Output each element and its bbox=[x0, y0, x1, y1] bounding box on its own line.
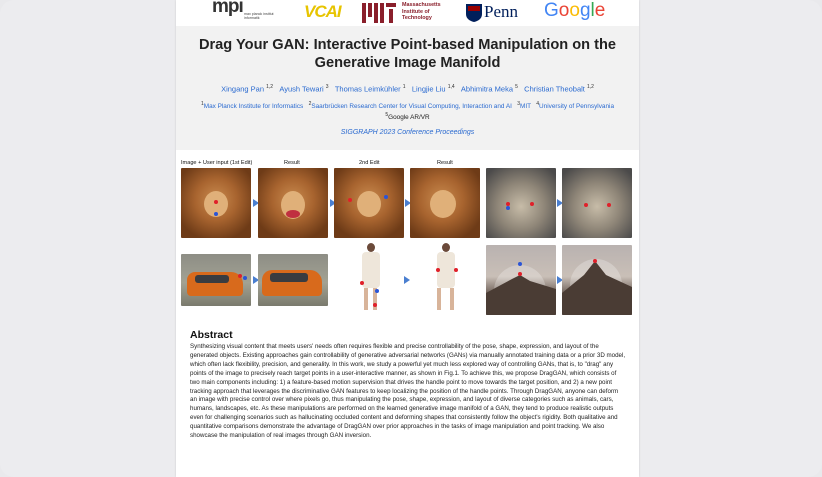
abstract-text: Synthesizing visual content that meets u… bbox=[190, 343, 626, 440]
target-point bbox=[506, 206, 510, 210]
handle-point bbox=[530, 202, 534, 206]
handle-point bbox=[518, 272, 522, 276]
handle-point bbox=[584, 203, 588, 207]
landscape-input-image bbox=[486, 245, 556, 315]
project-page: mpi max planck institut informatik VCAI … bbox=[176, 0, 639, 477]
lion-input-image bbox=[181, 168, 251, 238]
handle-point bbox=[607, 203, 611, 207]
affiliation-list: 1Max Planck Institute for Informatics 2S… bbox=[201, 101, 614, 111]
target-point bbox=[384, 195, 388, 199]
penn-logo[interactable]: Penn bbox=[466, 2, 528, 24]
paper-title: Drag Your GAN: Interactive Point-based M… bbox=[198, 37, 617, 71]
mit-logo[interactable]: Massachusetts Institute of Technology bbox=[362, 2, 450, 24]
caption-second-edit: 2nd Edit bbox=[359, 160, 380, 166]
handle-point bbox=[360, 281, 364, 285]
car-result-image bbox=[258, 254, 328, 306]
human-result-image bbox=[426, 241, 466, 313]
abstract-heading: Abstract bbox=[190, 329, 233, 341]
author-link[interactable]: Xingang Pan bbox=[221, 85, 264, 94]
author-link[interactable]: Lingjie Liu bbox=[412, 85, 446, 94]
handle-point bbox=[454, 268, 458, 272]
caption-result-1: Result bbox=[284, 160, 300, 166]
author-affiliation-sup: 1,2 bbox=[586, 84, 594, 90]
google-logo-text: Google bbox=[544, 0, 606, 21]
venue-link[interactable]: SIGGRAPH 2023 Conference Proceedings bbox=[176, 129, 639, 136]
target-point bbox=[214, 212, 218, 216]
author-affiliation-sup: 1,4 bbox=[447, 84, 455, 90]
paper-header: Drag Your GAN: Interactive Point-based M… bbox=[176, 26, 639, 150]
affiliation-google-text: Google AR/VR bbox=[388, 114, 430, 122]
author-affiliation-sup: 3 bbox=[325, 84, 329, 90]
affiliation-mit-link[interactable]: MIT bbox=[520, 103, 531, 110]
caption-result-2: Result bbox=[437, 160, 453, 166]
author-affiliation-sup: 1,2 bbox=[266, 84, 274, 90]
author-link[interactable]: Abhimitra Meka bbox=[461, 85, 513, 94]
penn-shield-icon bbox=[466, 4, 482, 22]
caption-first-edit: Image + User input (1st Edit) bbox=[181, 160, 253, 166]
penn-logo-text: Penn bbox=[484, 2, 518, 21]
landscape-result-image bbox=[562, 245, 632, 315]
cat-result-image bbox=[562, 168, 632, 238]
lion-second-edit-image bbox=[334, 168, 404, 238]
mit-bars-icon bbox=[362, 3, 396, 23]
affiliation-saarbrucken-link[interactable]: Saarbrücken Research Center for Visual C… bbox=[311, 103, 512, 110]
mpi-logo-subtext: max planck institut informatik bbox=[244, 12, 274, 20]
author-list: Xingang Pan 1,2 Ayush Tewari 3 Thomas Le… bbox=[176, 84, 639, 94]
vcai-logo-text: VCAI bbox=[304, 2, 342, 21]
affiliation-mpi-link[interactable]: Max Planck Institute for Informatics bbox=[204, 103, 303, 110]
mpi-logo[interactable]: mpi max planck institut informatik bbox=[212, 0, 284, 24]
mit-logo-text: Massachusetts Institute of Technology bbox=[402, 2, 441, 21]
handle-point bbox=[214, 200, 218, 204]
handle-point bbox=[593, 259, 597, 263]
handle-point bbox=[238, 274, 242, 278]
affiliation-google: 5Google AR/VR bbox=[385, 112, 430, 122]
target-point bbox=[518, 262, 522, 266]
arrow-icon bbox=[404, 276, 410, 284]
handle-point bbox=[348, 198, 352, 202]
vcai-logo[interactable]: VCAI bbox=[302, 2, 346, 24]
mpi-logo-text: mpi bbox=[212, 0, 244, 17]
author-affiliation-sup: 1 bbox=[402, 84, 406, 90]
cat-input-image bbox=[486, 168, 556, 238]
lion-result-1-image bbox=[258, 168, 328, 238]
handle-point bbox=[436, 268, 440, 272]
human-input-image bbox=[351, 241, 391, 313]
logos-bar: mpi max planck institut informatik VCAI … bbox=[176, 0, 639, 26]
google-logo[interactable]: Google bbox=[544, 0, 606, 24]
author-affiliation-sup: 5 bbox=[515, 84, 518, 90]
author-link[interactable]: Ayush Tewari bbox=[279, 85, 323, 94]
browser-frame: mpi max planck institut informatik VCAI … bbox=[0, 0, 822, 477]
target-point bbox=[243, 276, 247, 280]
target-point bbox=[375, 289, 379, 293]
author-link[interactable]: Christian Theobalt bbox=[524, 85, 585, 94]
affiliation-penn-link[interactable]: University of Pennsylvania bbox=[539, 103, 614, 110]
author-link[interactable]: Thomas Leimkühler bbox=[335, 85, 401, 94]
handle-point bbox=[373, 303, 377, 307]
car-input-image bbox=[181, 254, 251, 306]
lion-result-2-image bbox=[410, 168, 480, 238]
